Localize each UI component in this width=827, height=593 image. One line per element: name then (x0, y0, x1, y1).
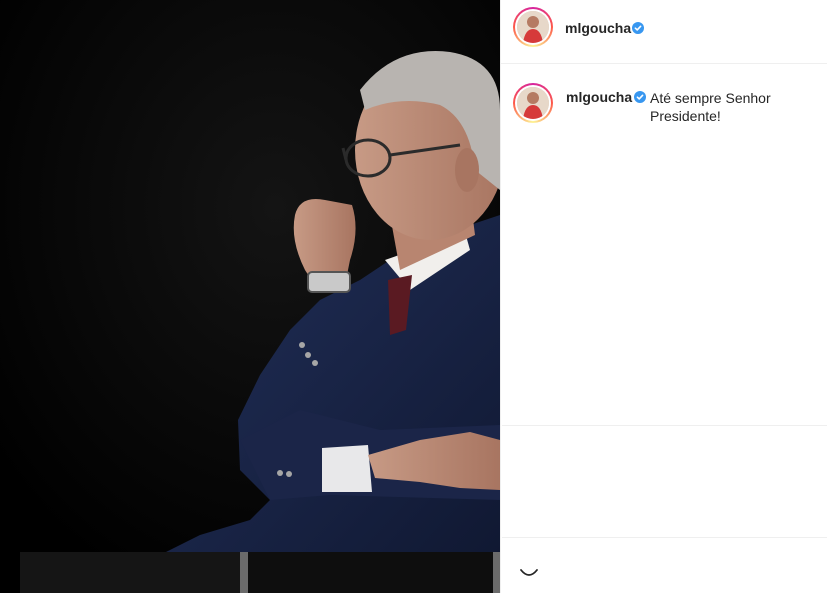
thumbnail-divider (240, 552, 248, 593)
avatar-photo-icon (517, 87, 549, 119)
avatar-photo-icon (517, 11, 549, 43)
divider (502, 425, 827, 426)
verified-badge-icon (632, 22, 644, 34)
smiley-emoji-icon[interactable] (517, 560, 541, 584)
header-username[interactable]: mlgoucha (565, 20, 631, 36)
header-avatar[interactable] (513, 7, 553, 47)
thumbnail-divider (493, 552, 500, 593)
avatar-image (517, 87, 549, 119)
post-photo[interactable] (0, 0, 500, 593)
avatar-image (517, 11, 549, 43)
caption-avatar[interactable] (513, 83, 553, 123)
avatar-border (515, 9, 551, 45)
post-photo-illustration (0, 0, 500, 593)
carousel-thumbnail-strip (0, 552, 500, 593)
verified-badge-icon (634, 91, 646, 103)
instagram-post-modal: mlgoucha mlgoucha Até sempre Senhor Pres… (0, 0, 827, 593)
avatar-border (515, 85, 551, 121)
caption-username[interactable]: mlgoucha (566, 89, 632, 105)
thumbnail-image (20, 552, 240, 593)
divider (502, 537, 827, 538)
thumbnail-image (248, 552, 493, 593)
post-caption: Até sempre Senhor Presidente! (650, 90, 771, 124)
